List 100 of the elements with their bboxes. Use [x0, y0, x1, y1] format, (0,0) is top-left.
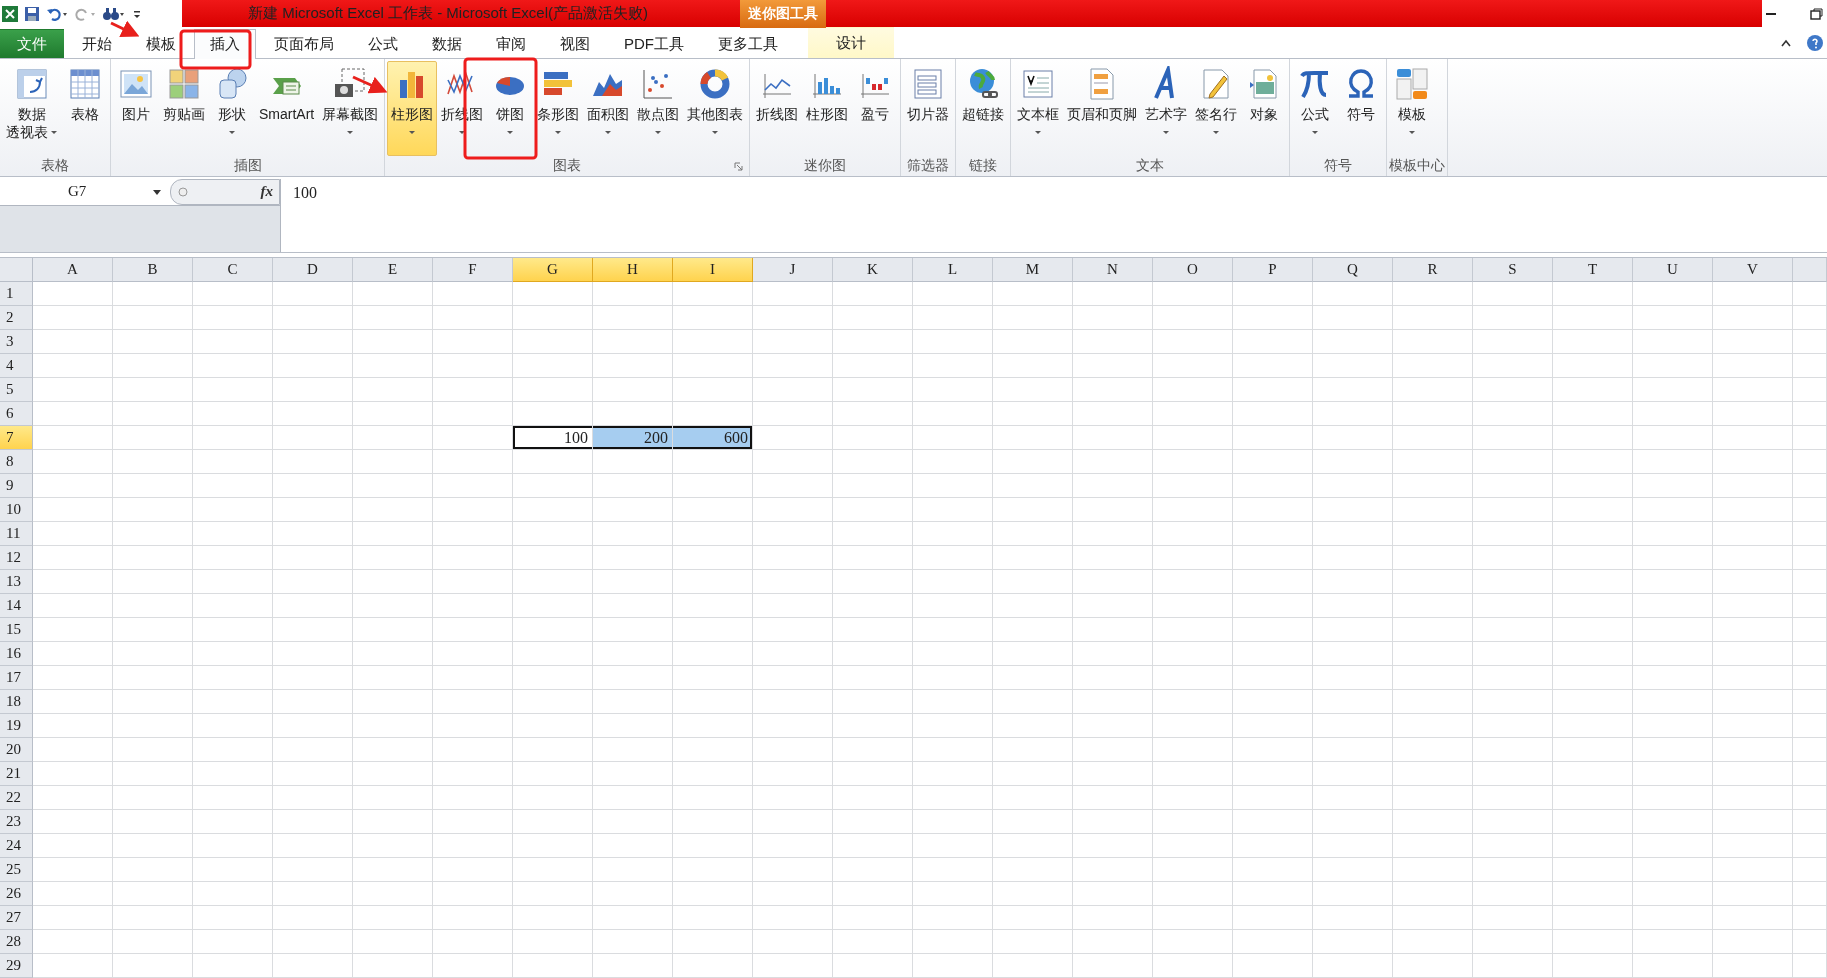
- row-header[interactable]: 27: [0, 906, 33, 930]
- ribbon-button[interactable]: 其他图表: [683, 61, 748, 156]
- column-header[interactable]: V: [1713, 258, 1793, 282]
- column-header[interactable]: K: [833, 258, 913, 282]
- column-header[interactable]: A: [33, 258, 113, 282]
- row-header[interactable]: 17: [0, 666, 33, 690]
- ribbon-button[interactable]: 屏幕截图: [318, 61, 383, 156]
- row-header[interactable]: 9: [0, 474, 33, 498]
- column-header[interactable]: B: [113, 258, 193, 282]
- ribbon-button[interactable]: 盈亏: [852, 61, 899, 156]
- column-header[interactable]: [1793, 258, 1827, 282]
- row-header[interactable]: 21: [0, 762, 33, 786]
- row-header[interactable]: 22: [0, 786, 33, 810]
- row-header[interactable]: 20: [0, 738, 33, 762]
- column-header[interactable]: I: [673, 258, 753, 282]
- ribbon-button[interactable]: 签名行: [1191, 61, 1242, 156]
- column-header[interactable]: F: [433, 258, 513, 282]
- ribbon-button[interactable]: 公式: [1292, 61, 1339, 156]
- formula-input[interactable]: 100: [281, 178, 1827, 252]
- row-header[interactable]: 8: [0, 450, 33, 474]
- row-header[interactable]: 24: [0, 834, 33, 858]
- context-tab-label: 迷你图工具: [740, 0, 826, 28]
- ribbon-button[interactable]: 页眉和页脚: [1063, 61, 1142, 156]
- row-header[interactable]: 3: [0, 330, 33, 354]
- row-header[interactable]: 28: [0, 930, 33, 954]
- ribbon-button[interactable]: 数据 透视表: [2, 61, 62, 156]
- select-all-corner[interactable]: [0, 258, 33, 282]
- column-header[interactable]: J: [753, 258, 833, 282]
- table-cell[interactable]: 600: [673, 426, 753, 450]
- ribbon-tab[interactable]: PDF工具: [608, 30, 700, 59]
- row-header[interactable]: 6: [0, 402, 33, 426]
- ribbon-button[interactable]: 饼图: [487, 61, 534, 156]
- column-header[interactable]: H: [593, 258, 673, 282]
- annotation-arrow: [352, 75, 388, 94]
- ribbon-button[interactable]: 柱形图: [387, 61, 438, 156]
- row-header[interactable]: 10: [0, 498, 33, 522]
- table-cell[interactable]: 200: [593, 426, 673, 450]
- row-header[interactable]: 11: [0, 522, 33, 546]
- ribbon-tab[interactable]: 审阅: [480, 30, 542, 59]
- ribbon-tab[interactable]: 页面布局: [258, 30, 350, 59]
- ribbon-button[interactable]: 对象: [1241, 61, 1288, 156]
- ribbon-button[interactable]: 图片: [113, 61, 159, 156]
- row-header[interactable]: 16: [0, 642, 33, 666]
- row-header[interactable]: 19: [0, 714, 33, 738]
- row-header[interactable]: 2: [0, 306, 33, 330]
- ribbon-button[interactable]: 切片器: [903, 61, 954, 156]
- group-label: 链接: [969, 156, 998, 175]
- insert-function-button[interactable]: fx: [260, 183, 273, 201]
- name-box[interactable]: G7: [0, 178, 170, 205]
- ribbon-tab[interactable]: 模板: [130, 30, 192, 59]
- row-header[interactable]: 25: [0, 858, 33, 882]
- column-header[interactable]: N: [1073, 258, 1153, 282]
- column-header[interactable]: O: [1153, 258, 1233, 282]
- table-cell[interactable]: 100: [513, 426, 593, 450]
- ribbon-button[interactable]: 散点图: [633, 61, 684, 156]
- ribbon-button[interactable]: 模板: [1389, 61, 1436, 156]
- ribbon-tab[interactable]: 文件: [0, 29, 64, 59]
- row-header[interactable]: 26: [0, 882, 33, 906]
- ribbon-button[interactable]: 柱形图: [802, 61, 853, 156]
- row-header[interactable]: 4: [0, 354, 33, 378]
- ribbon-tab[interactable]: 视图: [544, 30, 606, 59]
- row-header[interactable]: 15: [0, 618, 33, 642]
- row-header[interactable]: 13: [0, 570, 33, 594]
- ribbon-tab[interactable]: 设计: [808, 27, 894, 59]
- row-header[interactable]: 7: [0, 426, 33, 450]
- ribbon-button[interactable]: 形状: [209, 61, 255, 156]
- column-header[interactable]: G: [513, 258, 593, 282]
- column-header[interactable]: P: [1233, 258, 1313, 282]
- column-header[interactable]: C: [193, 258, 273, 282]
- column-header[interactable]: R: [1393, 258, 1473, 282]
- ribbon-tab[interactable]: 公式: [352, 30, 414, 59]
- ribbon-button[interactable]: 面积图: [583, 61, 634, 156]
- ribbon-tab[interactable]: 开始: [66, 30, 128, 59]
- row-header[interactable]: 23: [0, 810, 33, 834]
- column-header[interactable]: L: [913, 258, 993, 282]
- ribbon-button[interactable]: SmartArt: [255, 61, 319, 156]
- ribbon-button[interactable]: 折线图: [752, 61, 803, 156]
- row-header[interactable]: 1: [0, 282, 33, 306]
- column-header[interactable]: E: [353, 258, 433, 282]
- ribbon-tab[interactable]: 插入: [194, 29, 256, 60]
- ribbon-button[interactable]: 符号: [1338, 61, 1385, 156]
- column-header[interactable]: Q: [1313, 258, 1393, 282]
- row-header[interactable]: 12: [0, 546, 33, 570]
- column-header[interactable]: M: [993, 258, 1073, 282]
- ribbon-button[interactable]: 表格: [62, 61, 108, 156]
- column-header[interactable]: S: [1473, 258, 1553, 282]
- column-header[interactable]: T: [1553, 258, 1633, 282]
- ribbon-tab[interactable]: 数据: [416, 30, 478, 59]
- row-header[interactable]: 29: [0, 954, 33, 978]
- ribbon-button[interactable]: 艺术字: [1141, 61, 1192, 156]
- ribbon-button[interactable]: 超链接: [958, 61, 1009, 156]
- ribbon-tab[interactable]: 更多工具: [702, 30, 794, 59]
- row-header[interactable]: 14: [0, 594, 33, 618]
- ribbon-button[interactable]: 剪贴画: [159, 61, 209, 156]
- column-header[interactable]: D: [273, 258, 353, 282]
- column-header[interactable]: U: [1633, 258, 1713, 282]
- row-header[interactable]: 5: [0, 378, 33, 402]
- ribbon-button[interactable]: 条形图: [533, 61, 584, 156]
- row-header[interactable]: 18: [0, 690, 33, 714]
- ribbon-button[interactable]: 文本框: [1013, 61, 1064, 156]
